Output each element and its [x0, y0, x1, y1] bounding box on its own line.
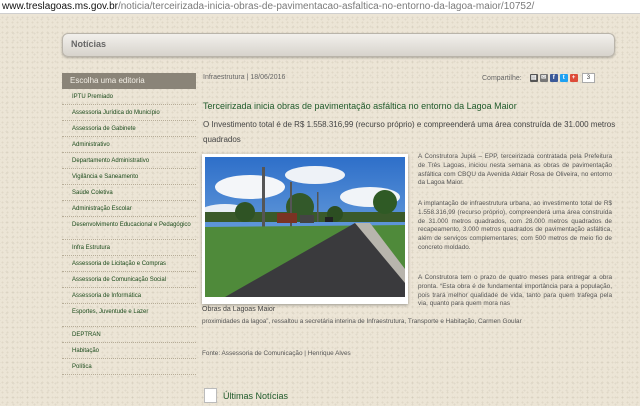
- article-paragraph-1: A Construtora Jupiá – EPP, terceirizada …: [418, 153, 612, 187]
- sidebar: Escolha uma editoria IPTU Premiado Asses…: [62, 73, 196, 375]
- sidebar-item-infra-estrutura[interactable]: Infra Estrutura: [62, 240, 196, 256]
- sidebar-item-assessoria-gabinete[interactable]: Assessoria de Gabinete: [62, 121, 196, 137]
- article-title: Terceirizada inicia obras de pavimentaçã…: [203, 101, 517, 111]
- article-paragraph-continuation: proximidades da lagoa”, ressaltou a secr…: [202, 318, 522, 325]
- share-count: 3: [581, 73, 596, 83]
- sidebar-item-administracao-escolar[interactable]: Administração Escolar: [62, 201, 196, 217]
- sidebar-item-administrativo[interactable]: Administrativo: [62, 137, 196, 153]
- facebook-icon[interactable]: f: [549, 74, 558, 82]
- article-subtitle: O Investimento total é de R$ 1.558.316,9…: [203, 120, 616, 144]
- share-label: Compartilhe:: [482, 74, 522, 82]
- sidebar-heading: Escolha uma editoria: [62, 73, 196, 89]
- latest-news-title[interactable]: Últimas Notícias: [223, 391, 288, 401]
- sidebar-item-esportes-juventude-lazer[interactable]: Esportes, Juventude e Lazer: [62, 304, 196, 327]
- sidebar-item-saude-coletiva[interactable]: Saúde Coletiva: [62, 185, 196, 201]
- sidebar-item-licitacao-compras[interactable]: Assessoria de Licitação e Compras: [62, 256, 196, 272]
- sidebar-item-iptu-premiado[interactable]: IPTU Premiado: [62, 89, 196, 105]
- section-header-bar: Notícias: [62, 33, 615, 57]
- share-bar: Compartilhe: ▤ ✉ f t + 3: [482, 73, 596, 83]
- latest-news-header: Últimas Notícias: [204, 388, 288, 403]
- sidebar-item-politica[interactable]: Política: [62, 359, 196, 375]
- print-icon[interactable]: ▤: [529, 74, 538, 82]
- article-meta: Infraestrutura | 18/06/2016: [203, 74, 286, 81]
- article-paragraph-3: A Construtora tem o prazo de quatro mese…: [418, 274, 612, 308]
- url-path: /noticia/terceirizada-inicia-obras-de-pa…: [117, 1, 535, 12]
- address-bar[interactable]: www.treslagoas.ms.gov.br/noticia/terceir…: [0, 0, 640, 14]
- sidebar-item-assessoria-juridica[interactable]: Assessoria Jurídica do Município: [62, 105, 196, 121]
- section-title: Notícias: [71, 39, 107, 49]
- sidebar-item-comunicacao-social[interactable]: Assessoria de Comunicação Social: [62, 272, 196, 288]
- photo-caption: Obras da Lagoas Maior: [202, 306, 276, 313]
- twitter-icon[interactable]: t: [559, 74, 568, 82]
- article-photo[interactable]: [202, 154, 408, 304]
- email-icon[interactable]: ✉: [539, 74, 548, 82]
- sidebar-item-deptran[interactable]: DEPTRAN: [62, 327, 196, 343]
- sidebar-item-habitacao[interactable]: Habitação: [62, 343, 196, 359]
- googleplus-icon[interactable]: +: [569, 74, 578, 82]
- sidebar-item-informatica[interactable]: Assessoria de Informática: [62, 288, 196, 304]
- sidebar-menu: IPTU Premiado Assessoria Jurídica do Mun…: [62, 89, 196, 375]
- document-icon: [204, 388, 217, 403]
- article-paragraph-2: A implantação de infraestrutura urbana, …: [418, 200, 612, 251]
- article-source: Fonte: Assessoria de Comunicação | Henri…: [202, 350, 351, 357]
- sidebar-item-desenvolvimento-educacional[interactable]: Desenvolvimento Educacional e Pedagógico: [62, 217, 196, 240]
- url-host: www.treslagoas.ms.gov.br: [2, 1, 118, 12]
- sidebar-item-departamento-administrativo[interactable]: Departamento Administrativo: [62, 153, 196, 169]
- road-construction-image: [205, 157, 405, 297]
- sidebar-item-vigilancia-saneamento[interactable]: Vigilância e Saneamento: [62, 169, 196, 185]
